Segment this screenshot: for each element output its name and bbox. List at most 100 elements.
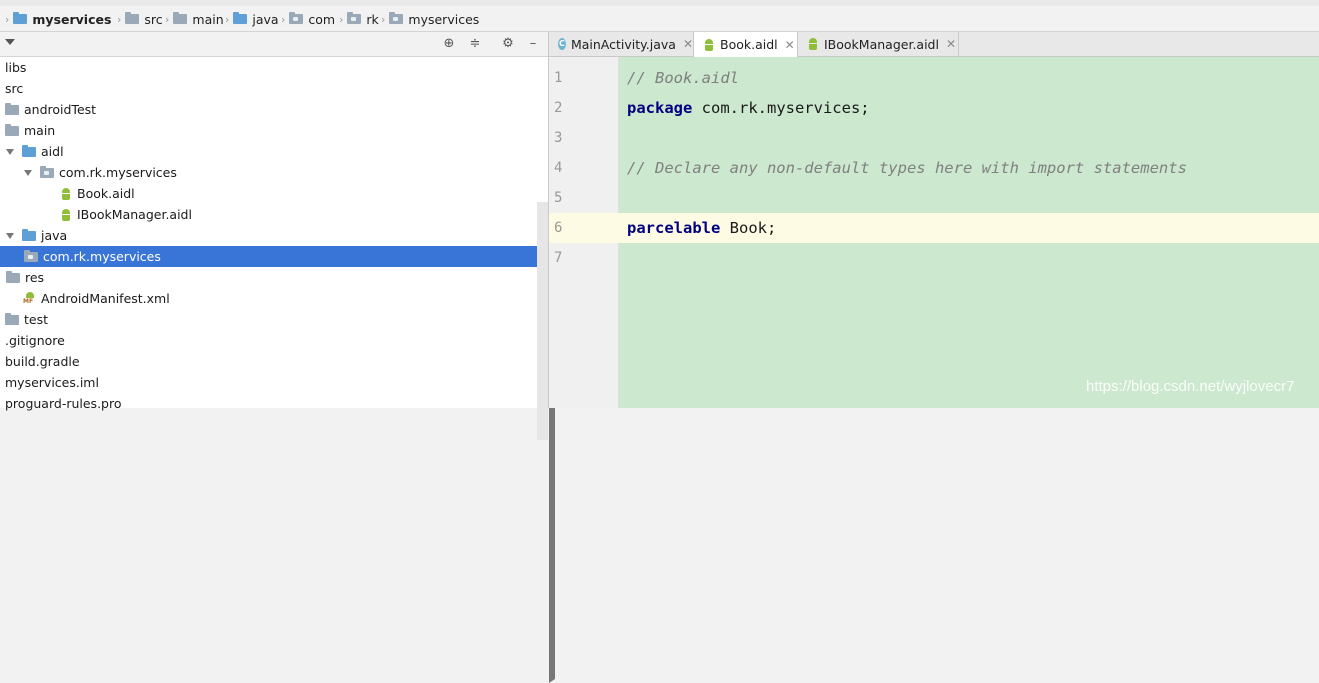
code-text: parcelable Book; — [627, 213, 776, 243]
android-file-icon — [807, 38, 819, 50]
close-icon[interactable]: ✕ — [683, 37, 693, 51]
line-number: 2 — [554, 100, 563, 116]
code-editor[interactable]: 1 // Book.aidl 2 package com.rk.myservices;… — [549, 57, 1319, 408]
folder-icon — [389, 12, 404, 24]
breadcrumb-item[interactable]: › myservices — [378, 6, 479, 32]
tree-item[interactable]: Book.aidl — [0, 183, 548, 204]
tree-item-label: build.gradle — [5, 354, 80, 369]
line-number: 6 — [549, 213, 618, 243]
collapse-icon[interactable]: ≑ — [467, 36, 483, 52]
tree-item[interactable]: test — [0, 309, 548, 330]
expanded-arrow-icon[interactable] — [6, 232, 14, 239]
tree-item-label: .gitignore — [5, 333, 65, 348]
comment-token: // Declare any non-default types here wi… — [627, 159, 1187, 177]
folder-icon — [5, 312, 19, 325]
editor-tab[interactable]: IBookManager.aidl ✕ — [798, 32, 959, 56]
editor-area: C MainActivity.java ✕ Book.aidl ✕ IBookManage… — [549, 32, 1319, 408]
tree-item[interactable]: .gitignore — [0, 330, 548, 351]
folder-icon — [13, 12, 28, 24]
breadcrumb-separator: › — [339, 12, 344, 26]
breadcrumb-item[interactable]: › myservices — [2, 6, 111, 32]
line-number: 4 — [554, 160, 563, 176]
tree-item[interactable]: res — [0, 267, 555, 683]
class-icon: C — [558, 38, 566, 50]
tree-item[interactable]: com.rk.myservices — [0, 246, 555, 662]
tree-item[interactable]: MF AndroidManifest.xml — [0, 288, 548, 309]
tree-item[interactable]: com.rk.myservices — [0, 162, 548, 183]
folder-icon — [5, 102, 19, 115]
code-text: // Book.aidl — [627, 63, 739, 93]
code-line[interactable]: 4 // Declare any non-default types here w… — [549, 153, 1319, 183]
manifest-file-icon: MF — [23, 292, 36, 305]
breadcrumb-separator: › — [225, 12, 230, 26]
tree-item-label: AndroidManifest.xml — [41, 291, 170, 306]
folder-icon — [173, 12, 188, 24]
editor-tab[interactable]: C MainActivity.java ✕ — [549, 32, 694, 56]
breadcrumb-item[interactable]: › java — [222, 6, 279, 32]
breadcrumb-label: com — [308, 11, 336, 27]
breadcrumb-item[interactable]: › rk — [336, 6, 379, 32]
gear-icon[interactable]: ⚙ — [500, 36, 516, 52]
keyword-token: parcelable — [627, 219, 721, 237]
code-line[interactable]: 1 // Book.aidl — [549, 63, 1319, 93]
breadcrumb-label: myservices — [32, 11, 112, 27]
tree-item-label: IBookManager.aidl — [77, 207, 192, 222]
breadcrumb-label: main — [192, 11, 224, 27]
project-panel: ⊕ ≑ ⚙ – libs src androidTest main aidl com.rk… — [0, 32, 555, 683]
folder-icon — [6, 270, 20, 283]
manifest-badge: MF — [23, 298, 34, 305]
tree-item[interactable]: aidl — [0, 141, 548, 162]
tree-item[interactable]: src — [0, 78, 548, 99]
editor-tab-bar: C MainActivity.java ✕ Book.aidl ✕ IBookManage… — [549, 32, 1319, 57]
tree-item[interactable]: libs — [0, 57, 548, 78]
close-icon[interactable]: ✕ — [946, 37, 956, 51]
breadcrumb-item[interactable]: › com — [278, 6, 335, 32]
expanded-arrow-icon[interactable] — [6, 148, 14, 155]
breadcrumb-label: src — [144, 11, 163, 27]
close-icon[interactable]: ✕ — [785, 38, 795, 52]
breadcrumb-separator: › — [117, 12, 122, 26]
tree-item[interactable]: java — [0, 225, 548, 246]
tree-item[interactable]: main — [0, 120, 548, 141]
android-file-icon — [60, 187, 72, 200]
current-code-line[interactable]: 6 parcelable Book; — [549, 213, 1319, 243]
folder-icon — [125, 12, 140, 24]
tree-item-label: aidl — [41, 144, 64, 159]
tree-scrollbar[interactable] — [537, 202, 548, 440]
watermark: https://blog.csdn.net/wyjlovecr7 — [1086, 378, 1295, 395]
android-file-icon — [60, 208, 72, 221]
tree-item-label: myservices.iml — [5, 375, 99, 390]
tree-item[interactable]: proguard-rules.pro — [0, 393, 548, 414]
tree-item[interactable]: myservices.iml — [0, 372, 548, 393]
breadcrumb-label: rk — [366, 11, 379, 27]
code-line[interactable]: 2 package com.rk.myservices; — [549, 93, 1319, 123]
tab-label: Book.aidl — [720, 37, 778, 52]
tree-item-label: Book.aidl — [77, 186, 135, 201]
minimize-icon[interactable]: – — [525, 36, 541, 52]
code-line[interactable]: 7 — [549, 243, 1319, 273]
folder-icon — [40, 165, 54, 178]
android-file-icon — [703, 38, 715, 51]
code-line[interactable]: 5 — [549, 183, 1319, 213]
breadcrumb-separator: › — [5, 12, 10, 26]
tree-item-label: proguard-rules.pro — [5, 396, 122, 411]
tree-item-label: test — [24, 312, 49, 327]
panel-dropdown-icon[interactable] — [5, 39, 15, 45]
breadcrumb-item[interactable]: › src — [114, 6, 163, 32]
breadcrumb: › myservices › src › main › java › com › rk › myservi… — [0, 6, 1319, 32]
expanded-arrow-icon[interactable] — [24, 169, 32, 176]
line-number: 1 — [554, 70, 563, 86]
folder-icon — [289, 12, 304, 24]
folder-icon — [22, 144, 36, 157]
breadcrumb-item[interactable]: › main — [162, 6, 224, 32]
keyword-token: package — [627, 99, 693, 117]
tree-item-label: src — [5, 81, 24, 96]
editor-tab[interactable]: Book.aidl ✕ — [694, 32, 798, 57]
code-line[interactable]: 3 — [549, 123, 1319, 153]
tree-item[interactable]: IBookManager.aidl — [0, 204, 548, 225]
target-icon[interactable]: ⊕ — [441, 36, 457, 52]
tree-item[interactable]: androidTest — [0, 99, 548, 120]
tree-item[interactable]: build.gradle — [0, 351, 548, 372]
tree-item-label: java — [41, 228, 68, 243]
tree-item-label: res — [25, 270, 45, 285]
